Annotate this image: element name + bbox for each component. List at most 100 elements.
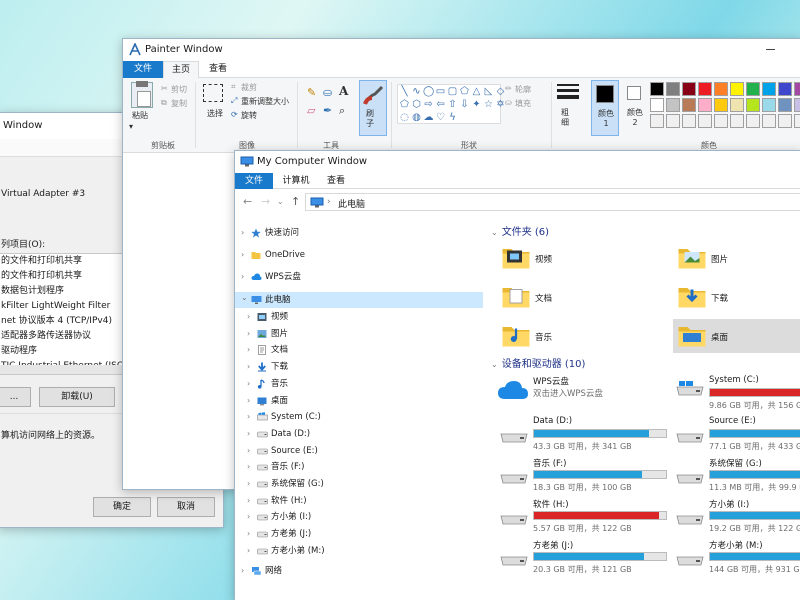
chevron-right-icon[interactable]: › — [241, 269, 244, 285]
chevron-right-icon[interactable]: › — [247, 459, 250, 475]
outline-icon[interactable]: ✏ — [505, 84, 512, 93]
palette-swatch[interactable] — [746, 98, 760, 112]
fill-icon[interactable]: ⛀ — [505, 98, 512, 107]
folder-tile[interactable]: 视频 — [497, 241, 657, 275]
palette-swatch[interactable] — [778, 98, 792, 112]
tab-computer[interactable]: 计算机 — [275, 173, 317, 189]
palette-swatch[interactable] — [698, 98, 712, 112]
nav-item-child[interactable]: › 方老小弟 (M:) — [235, 543, 483, 559]
palette-swatch[interactable] — [714, 82, 728, 96]
palette-swatch[interactable] — [730, 98, 744, 112]
fill-bucket-icon[interactable]: ⛀ — [323, 86, 332, 99]
nav-item-child[interactable]: › 音乐 — [235, 376, 483, 392]
drive-item[interactable]: 方小弟 (I:) 19.2 GB 可用，共 122 GB — [671, 496, 800, 536]
drive-item[interactable]: 方老小弟 (M:) 144 GB 可用，共 931 GB — [671, 537, 800, 577]
address-field[interactable]: › 此电脑 — [305, 193, 800, 211]
rounded-rectangle-shape-icon[interactable]: ▢ — [447, 86, 458, 98]
copy-icon[interactable]: ⧉ — [161, 98, 167, 108]
chevron-right-icon[interactable]: › — [247, 309, 250, 325]
paste-dropdown-icon[interactable]: ▾ — [129, 122, 133, 131]
palette-swatch[interactable] — [682, 114, 696, 128]
color2-button[interactable]: 颜色 2 — [623, 80, 647, 136]
up-button[interactable]: ↑ — [291, 195, 300, 208]
tab-home[interactable]: 主页 — [163, 61, 199, 78]
palette-swatch[interactable] — [682, 98, 696, 112]
cancel-button[interactable]: 取消 — [157, 497, 215, 517]
folder-tile[interactable]: 音乐 — [497, 319, 657, 353]
folder-tile[interactable]: 文档 — [497, 280, 657, 314]
nav-item-wps-cloud[interactable]: › WPS云盘 — [235, 269, 483, 285]
palette-swatch[interactable] — [794, 98, 800, 112]
tab-file[interactable]: 文件 — [123, 61, 163, 78]
drives-section-header[interactable]: ⌄ 设备和驱动器 (10) — [491, 355, 585, 370]
drive-item[interactable]: Source (E:) 77.1 GB 可用，共 433 GB — [671, 414, 800, 454]
chevron-right-icon[interactable]: › — [247, 493, 250, 509]
tab-view[interactable]: 查看 — [201, 61, 235, 78]
nav-item-child[interactable]: › 音乐 (F:) — [235, 459, 483, 475]
resize-button[interactable]: 重新调整大小 — [241, 96, 289, 107]
nav-item-child[interactable]: › 下载 — [235, 359, 483, 375]
palette-swatch[interactable] — [666, 82, 680, 96]
uninstall-button[interactable]: 卸载(U) — [39, 387, 115, 407]
select-button[interactable]: 选择 — [207, 108, 223, 119]
palette-swatch[interactable] — [746, 114, 760, 128]
chevron-right-icon[interactable]: › — [247, 409, 250, 425]
resize-icon[interactable]: ⤢ — [231, 96, 237, 106]
breadcrumb-chevron-icon[interactable]: › — [327, 197, 331, 207]
triangle-shape-icon[interactable]: △ — [471, 86, 482, 98]
rotate-icon[interactable]: ⟳ — [231, 110, 238, 119]
chevron-right-icon[interactable]: › — [247, 509, 250, 525]
chevron-right-icon[interactable]: › — [247, 426, 250, 442]
back-button[interactable]: ← — [243, 195, 252, 208]
palette-swatch[interactable] — [650, 114, 664, 128]
chevron-right-icon[interactable]: › — [247, 526, 250, 542]
palette-swatch[interactable] — [778, 82, 792, 96]
callout-cloud-shape-icon[interactable]: ☁ — [423, 112, 434, 124]
heart-shape-icon[interactable]: ♡ — [435, 112, 446, 124]
chevron-down-icon[interactable]: ⌄ — [241, 290, 248, 306]
size-button[interactable]: 粗细 — [561, 108, 575, 128]
drive-item[interactable]: System (C:) 9.86 GB 可用，共 156 GB — [671, 373, 800, 413]
tab-file[interactable]: 文件 — [235, 173, 273, 189]
chevron-right-icon[interactable]: › — [247, 393, 250, 409]
cut-icon[interactable]: ✂ — [161, 84, 168, 93]
rotate-button[interactable]: 旋转 — [241, 110, 257, 121]
paste-button[interactable]: 粘贴 — [132, 110, 148, 121]
forward-button[interactable]: → — [261, 195, 270, 208]
left-arrow-shape-icon[interactable]: ⇦ — [435, 99, 446, 111]
palette-swatch[interactable] — [666, 98, 680, 112]
callout-oval-shape-icon[interactable]: ◍ — [411, 112, 422, 124]
palette-swatch[interactable] — [698, 114, 712, 128]
polygon-shape-icon[interactable]: ⬠ — [459, 86, 470, 98]
paint-titlebar[interactable]: Painter Window — [123, 39, 800, 61]
outline-dropdown[interactable]: 轮廓 — [515, 84, 531, 95]
nav-item-quick-access[interactable]: › 快速访问 — [235, 225, 483, 241]
palette-swatch[interactable] — [666, 114, 680, 128]
four-star-shape-icon[interactable]: ✦ — [471, 99, 482, 111]
chevron-right-icon[interactable]: › — [247, 476, 250, 492]
shapes-gallery[interactable]: ╲ ∿ ◯ ▭ ▢ ⬠ △ ◺ ◇ ⬠ ⬡ ⇨ ⇦ ⇧ ⇩ ✦ ☆ ✡ ◌ ◍ … — [397, 84, 505, 124]
nav-item-child[interactable]: › 方小弟 (I:) — [235, 509, 483, 525]
palette-swatch[interactable] — [698, 82, 712, 96]
tab-view[interactable]: 查看 — [319, 173, 353, 189]
line-shape-icon[interactable]: ╲ — [399, 86, 410, 98]
chevron-right-icon[interactable]: › — [247, 443, 250, 459]
hexagon-shape-icon[interactable]: ⬡ — [411, 99, 422, 111]
nav-item-network[interactable]: › 网络 — [235, 563, 483, 579]
right-triangle-shape-icon[interactable]: ◺ — [483, 86, 494, 98]
collapse-chevron-icon[interactable]: ⌄ — [491, 228, 498, 237]
chevron-right-icon[interactable]: › — [247, 359, 250, 375]
up-arrow-shape-icon[interactable]: ⇧ — [447, 99, 458, 111]
rectangle-shape-icon[interactable]: ▭ — [435, 86, 446, 98]
palette-swatch[interactable] — [714, 98, 728, 112]
recent-dropdown[interactable]: ⌄ — [277, 197, 284, 206]
nav-item-child[interactable]: › 视频 — [235, 309, 483, 325]
palette-swatch[interactable] — [778, 114, 792, 128]
folder-tile[interactable]: 下载 — [673, 280, 800, 314]
explorer-titlebar[interactable]: My Computer Window — [235, 151, 800, 173]
nav-item-child[interactable]: › 图片 — [235, 326, 483, 342]
palette-swatch[interactable] — [730, 82, 744, 96]
ok-button[interactable]: 确定 — [93, 497, 151, 517]
chevron-right-icon[interactable]: › — [247, 326, 250, 342]
select-icon[interactable] — [203, 84, 223, 102]
